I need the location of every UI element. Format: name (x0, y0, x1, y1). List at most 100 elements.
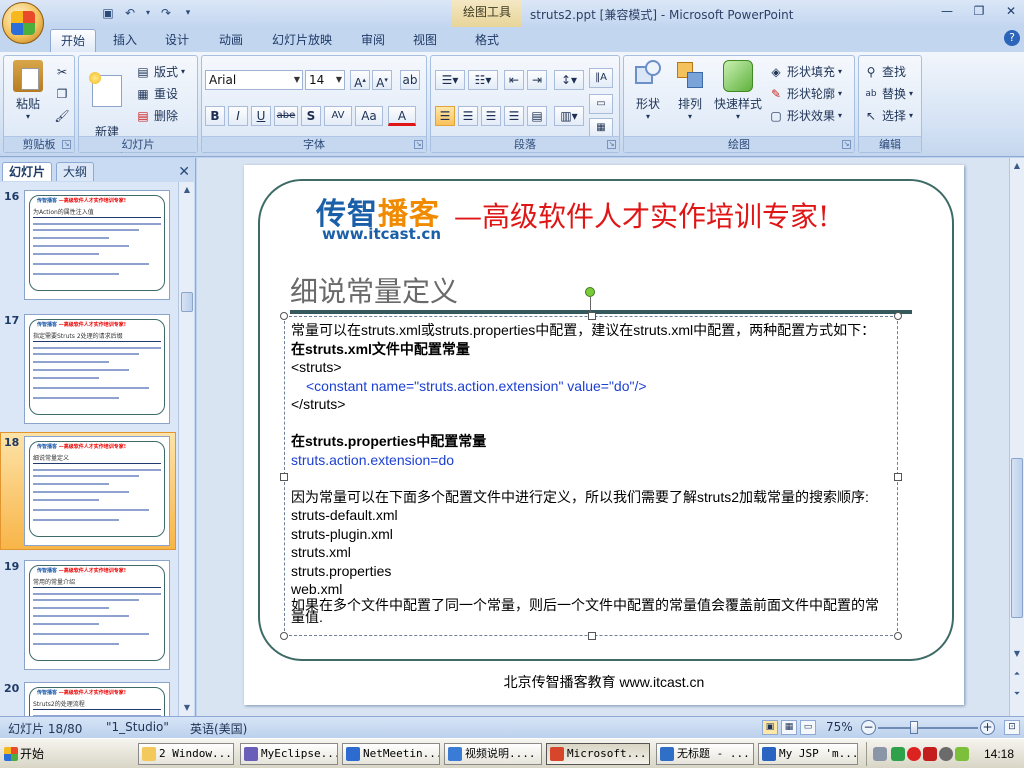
tab-outline[interactable]: 大纲 (56, 162, 95, 181)
update-icon[interactable] (955, 747, 969, 761)
thumbnail-scrollbar[interactable]: ▲ ▼ (178, 182, 194, 716)
network-icon[interactable] (873, 747, 887, 761)
taskbar-button[interactable]: NetMeetin... (342, 743, 440, 765)
next-slide-icon[interactable]: ⏷ (1010, 686, 1024, 702)
shrink-font-button[interactable]: A▾ (372, 70, 392, 90)
office-button[interactable] (2, 2, 44, 44)
delete-slide-button[interactable]: ▤ 删除 (135, 106, 178, 125)
smartart-button[interactable]: ▦ (589, 118, 613, 138)
k-app-icon[interactable] (923, 747, 937, 761)
tab-review[interactable]: 审阅 (352, 29, 394, 52)
char-spacing-button[interactable]: AV (324, 106, 352, 126)
decrease-indent-button[interactable]: ⇤ (504, 70, 524, 90)
zoom-slider[interactable] (878, 727, 978, 729)
close-icon[interactable]: ✕ (178, 164, 190, 180)
tab-format[interactable]: 格式 (466, 29, 508, 52)
resize-handle-t[interactable] (588, 312, 596, 320)
rotate-handle[interactable] (585, 287, 595, 297)
tab-home[interactable]: 开始 (50, 29, 96, 52)
slide-thumbnail[interactable]: 传智播客 —高级软件人才实作培训专家! 细说常量定义 (24, 436, 170, 546)
slide-thumbnail[interactable]: 传智播客 —高级软件人才实作培训专家! 常用的常量介绍 (24, 560, 170, 670)
taskbar-button[interactable]: 视频说明.... (444, 743, 542, 765)
new-slide-button[interactable]: 新建 幻灯片 (83, 60, 131, 170)
previous-slide-icon[interactable]: ⏶ (1010, 666, 1024, 682)
justify-button[interactable]: ☰ (504, 106, 524, 126)
scroll-thumb[interactable] (1011, 458, 1023, 618)
layout-button[interactable]: ▤ 版式 ▾ (135, 62, 185, 81)
slide-sorter-icon[interactable]: ▦ (781, 720, 797, 735)
reset-button[interactable]: ▦ 重设 (135, 84, 178, 103)
resize-handle-r[interactable] (894, 473, 902, 481)
scroll-up-icon[interactable]: ▲ (1010, 158, 1024, 174)
align-left-button[interactable]: ☰ (435, 106, 455, 126)
quick-styles-button[interactable]: 快速样式 ▾ (710, 60, 766, 121)
save-icon[interactable]: ▣ (100, 5, 116, 21)
undo-icon[interactable]: ↶ (122, 5, 138, 21)
close-icon[interactable]: ✕ (1002, 3, 1020, 19)
zoom-level[interactable]: 75% (826, 720, 853, 734)
tab-insert[interactable]: 插入 (104, 29, 146, 52)
zoom-in-icon[interactable]: + (980, 720, 995, 735)
shadow-button[interactable]: S (301, 106, 321, 126)
zoom-out-icon[interactable]: − (861, 720, 876, 735)
shape-outline-button[interactable]: ✎ 形状轮廓 ▾ (768, 84, 842, 103)
slide-thumbnail[interactable]: 传智播客 —高级软件人才实作培训专家! 指定需要Struts 2处理的请求后缀 (24, 314, 170, 424)
shape-effects-button[interactable]: ▢ 形状效果 ▾ (768, 106, 842, 125)
content-textbox[interactable]: 常量可以在struts.xml或struts.properties中配置，建议在… (280, 312, 902, 640)
tab-slideshow[interactable]: 幻灯片放映 (264, 29, 340, 52)
copy-button[interactable]: ❐ (54, 84, 70, 103)
tab-design[interactable]: 设计 (156, 29, 198, 52)
drawing-launcher-icon[interactable]: ↘ (842, 140, 851, 149)
customize-qat-icon[interactable]: ▾ (180, 5, 196, 21)
numbering-button[interactable]: ☷▾ (468, 70, 498, 90)
taskbar-button[interactable]: MyEclipse... (240, 743, 338, 765)
text-direction-button[interactable]: ‖A (589, 68, 613, 88)
resize-handle-tl[interactable] (280, 312, 288, 320)
grow-font-button[interactable]: A▴ (350, 70, 370, 90)
tab-view[interactable]: 视图 (404, 29, 446, 52)
arrange-button[interactable]: 排列 ▾ (670, 60, 710, 121)
current-slide[interactable]: 传智播客 www.itcast.cn —高级软件人才实作培训专家! 细说常量定义… (244, 165, 964, 705)
normal-view-icon[interactable]: ▣ (762, 720, 778, 735)
scroll-thumb[interactable] (181, 292, 193, 312)
columns-button[interactable]: ▥▾ (554, 106, 584, 126)
strikethrough-button[interactable]: abe (274, 106, 298, 126)
security-icon[interactable] (891, 747, 905, 761)
resize-handle-tr[interactable] (894, 312, 902, 320)
find-button[interactable]: ⚲ 查找 (863, 62, 906, 81)
slide-thumbnail[interactable]: 传智播客 —高级软件人才实作培训专家! Struts2的处理流程 (24, 682, 170, 716)
align-right-button[interactable]: ☰ (481, 106, 501, 126)
restore-icon[interactable]: ❐ (970, 3, 988, 19)
paste-button[interactable]: 粘贴 ▾ (8, 60, 48, 121)
increase-indent-button[interactable]: ⇥ (527, 70, 547, 90)
select-button[interactable]: ↖ 选择 ▾ (863, 106, 913, 125)
antivirus-icon[interactable] (907, 747, 921, 761)
slideshow-icon[interactable]: ▭ (800, 720, 816, 735)
slide-thumbnail[interactable]: 传智播客 —高级软件人才实作培训专家! 为Action的属性注入值 (24, 190, 170, 300)
scroll-down-icon[interactable]: ▼ (180, 700, 194, 716)
distribute-button[interactable]: ▤ (527, 106, 547, 126)
resize-handle-bl[interactable] (280, 632, 288, 640)
replace-button[interactable]: ab 替换 ▾ (863, 84, 913, 103)
slide-scrollbar[interactable]: ▲ ▼ ⏶ ⏷ (1009, 158, 1024, 716)
bold-button[interactable]: B (205, 106, 225, 126)
taskbar-button[interactable]: 无标题 - ... (656, 743, 754, 765)
clear-format-button[interactable]: ab (400, 70, 420, 90)
paragraph-launcher-icon[interactable]: ↘ (607, 140, 616, 149)
font-size-combo[interactable]: 14 ▼ (305, 70, 345, 90)
align-center-button[interactable]: ☰ (458, 106, 478, 126)
resize-handle-b[interactable] (588, 632, 596, 640)
help-icon[interactable]: ? (1004, 30, 1020, 46)
shape-fill-button[interactable]: ◈ 形状填充 ▾ (768, 62, 842, 81)
resize-handle-br[interactable] (894, 632, 902, 640)
slide-title[interactable]: 细说常量定义 (290, 270, 458, 310)
resize-handle-l[interactable] (280, 473, 288, 481)
format-painter-button[interactable]: 🖌 (54, 106, 70, 125)
taskbar-button[interactable]: Microsoft... (546, 743, 650, 765)
start-button[interactable]: 开始 (2, 743, 52, 765)
italic-button[interactable]: I (228, 106, 248, 126)
zoom-slider-knob[interactable] (910, 721, 919, 734)
font-name-combo[interactable]: Arial ▼ (205, 70, 303, 90)
redo-icon[interactable]: ↷ (158, 5, 174, 21)
taskbar-button[interactable]: My JSP 'm... (758, 743, 858, 765)
